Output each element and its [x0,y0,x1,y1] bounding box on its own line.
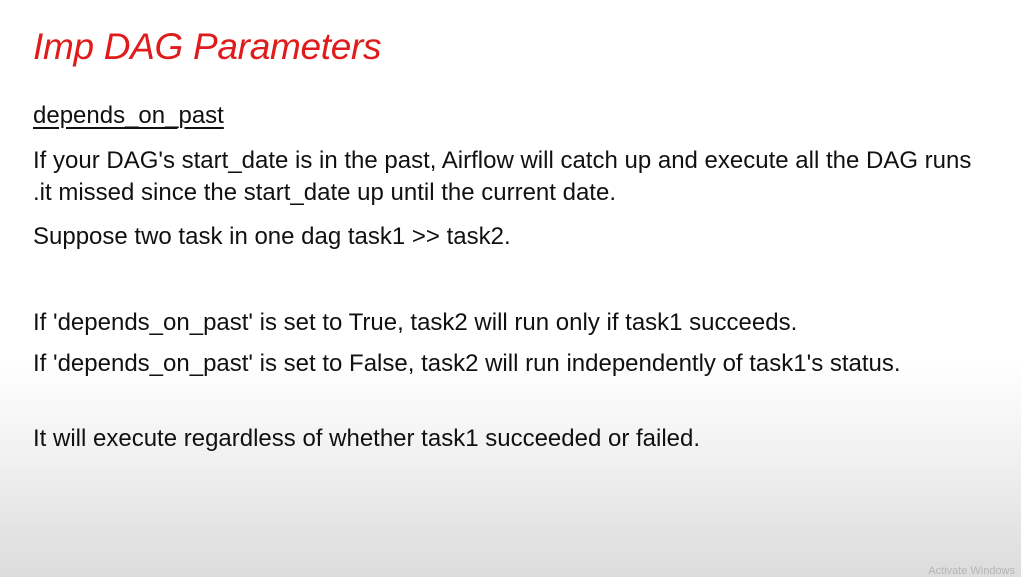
paragraph-false-case: If 'depends_on_past' is set to False, ta… [33,350,901,377]
paragraph-catchup: If your DAG's start_date is in the past,… [33,147,972,206]
slide-title: Imp DAG Parameters [33,26,382,67]
slide: Imp DAG Parameters depends_on_past If yo… [0,0,1021,577]
paragraph-true-case: If 'depends_on_past' is set to True, tas… [33,309,798,336]
section-heading: depends_on_past [33,102,224,129]
paragraph-regardless: It will execute regardless of whether ta… [33,425,701,452]
paragraph-example: Suppose two task in one dag task1 >> tas… [33,223,511,250]
watermark-text: Activate Windows [928,565,1015,577]
